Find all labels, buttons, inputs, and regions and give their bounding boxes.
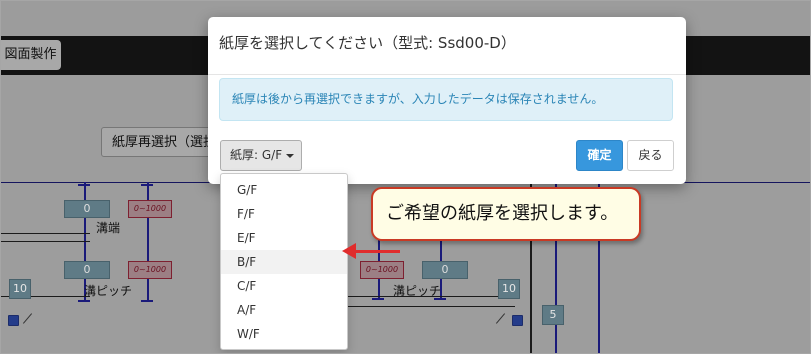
groove-pitch-label: 溝ピッチ [84,284,133,298]
paper-reselect-button[interactable]: 紙厚再選択（選択 [101,127,223,157]
dialog-title: 紙厚を選択してください（型式: Ssd00-D） [219,34,516,52]
menu-item-ef[interactable]: E/F [221,226,347,250]
groove-line [345,306,515,307]
groove-line [0,233,90,234]
count-value[interactable]: 10 [498,279,520,299]
menu-item-bf[interactable]: B/F [221,250,347,274]
dialog-divider [208,74,686,75]
pointer-arrow-icon [355,250,400,253]
dimension-tick [372,298,384,300]
info-alert: 紙厚は後から再選択できますが、入力したデータは保存されません。 [219,78,673,121]
menu-item-gf[interactable]: G/F [221,178,347,202]
back-button[interactable]: 戻る [627,140,674,171]
groove-end-label: 溝端 [96,221,121,235]
dimension-tick [141,300,153,302]
caret-down-icon [286,153,295,158]
dimension-tick [78,300,90,302]
range-hint: 0~1000 [128,261,172,279]
groove-pitch-value[interactable]: 0 [64,261,110,279]
menu-item-af[interactable]: A/F [221,298,347,322]
dropdown-label: 紙厚: G/F [230,148,283,162]
confirm-button[interactable]: 確定 [576,140,623,171]
checkbox[interactable] [8,315,19,326]
instruction-callout: ご希望の紙厚を選択します。 [371,187,641,241]
menu-item-wf[interactable]: W/F [221,322,347,346]
groove-pitch-label: 溝ピッチ [393,284,442,298]
groove-pitch-value[interactable]: 0 [422,261,468,279]
drawing-line [0,182,220,183]
drawing-production-button[interactable]: 図面製作 [0,40,61,70]
count-value[interactable]: 5 [542,305,564,325]
groove-line [0,241,90,242]
groove-end-value[interactable]: 0 [64,200,110,218]
paper-thickness-menu: G/F F/F E/F B/F C/F A/F W/F [220,173,348,350]
dimension-tick [141,184,153,186]
dimension-tick [78,184,90,186]
menu-item-ff[interactable]: F/F [221,202,347,226]
range-hint: 0~1000 [128,200,172,218]
count-value[interactable]: 10 [9,279,31,299]
arrow-head-icon [342,243,356,259]
menu-item-cf[interactable]: C/F [221,274,347,298]
paper-thickness-dialog: 紙厚を選択してください（型式: Ssd00-D） 紙厚は後から再選択できますが、… [208,17,686,184]
paper-thickness-dropdown[interactable]: 紙厚: G/F [220,140,302,171]
checkbox[interactable] [512,315,523,326]
screen: 図面製作 紙厚再選択（選択 0 0~1000 溝端 0 0~1000 溝ピッチ … [0,0,811,354]
range-hint: 0~1000 [360,261,404,279]
